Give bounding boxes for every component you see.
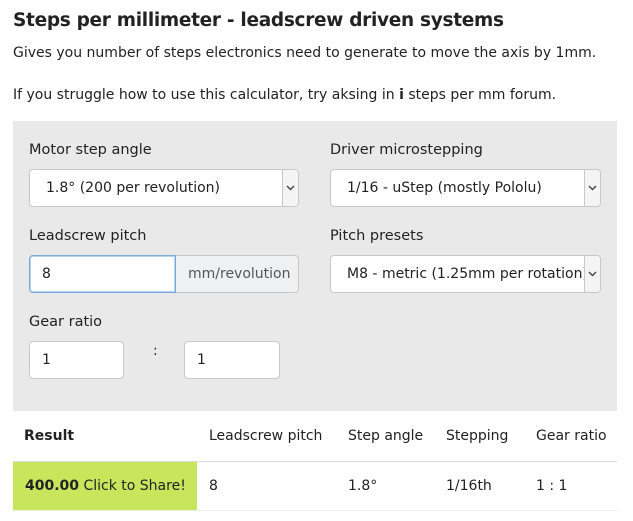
chevron-down-icon[interactable] (584, 256, 600, 292)
motor-step-angle-label: Motor step angle (29, 142, 152, 158)
pitch-presets-select[interactable]: M8 - metric (1.25mm per rotation) (330, 255, 601, 293)
header-step-angle: Step angle (336, 411, 435, 462)
gear-ratio-separator: : (153, 343, 158, 359)
help-text: If you struggle how to use this calculat… (13, 80, 620, 121)
gear-ratio-label: Gear ratio (29, 314, 103, 330)
driver-microstepping-value: 1/16 - uStep (mostly Pololu) (347, 180, 542, 196)
result-stepping: 1/16th (435, 461, 524, 511)
share-result-button[interactable]: 400.00 Click to Share! (13, 461, 197, 511)
help-prefix: If you struggle how to use this calculat… (13, 87, 400, 103)
forum-link[interactable]: steps per mm forum (408, 87, 551, 103)
pitch-presets-field: Pitch presets (330, 226, 423, 246)
results-header-row: Result Leadscrew pitch Step angle Steppi… (13, 411, 617, 462)
pitch-presets-label: Pitch presets (330, 228, 424, 244)
calculator-page: Steps per millimeter - leadscrew driven … (0, 0, 633, 521)
driver-microstepping-select[interactable]: 1/16 - uStep (mostly Pololu) (330, 169, 601, 207)
chevron-down-icon[interactable] (282, 170, 298, 206)
gear-ratio-field: Gear ratio (29, 312, 102, 332)
page-description: Gives you number of steps electronics ne… (13, 45, 597, 61)
result-leadscrew-pitch: 8 (197, 461, 336, 511)
chevron-down-icon[interactable] (584, 170, 600, 206)
motor-step-angle-select[interactable]: 1.8° (200 per revolution) (29, 169, 299, 207)
leadscrew-pitch-unit: mm/revolution (176, 255, 299, 293)
info-icon: i (399, 87, 404, 103)
result-step-angle: 1.8° (336, 461, 435, 511)
header-stepping: Stepping (435, 411, 524, 462)
pitch-presets-value: M8 - metric (1.25mm per rotation) (347, 266, 588, 282)
table-row: 400.00 Click to Share! 8 1.8° 1/16th 1 :… (13, 461, 617, 511)
result-value: 400.00 (25, 477, 80, 494)
leadscrew-pitch-label: Leadscrew pitch (29, 228, 147, 244)
gear-ratio-right-input[interactable]: 1 (184, 341, 280, 379)
motor-step-angle-field: Motor step angle (29, 140, 152, 160)
motor-step-angle-value: 1.8° (200 per revolution) (46, 180, 221, 196)
result-gear-ratio: 1 : 1 (524, 461, 617, 511)
leadscrew-pitch-field: Leadscrew pitch (29, 226, 146, 246)
leadscrew-pitch-input[interactable]: 8 (29, 255, 176, 293)
results-table: Result Leadscrew pitch Step angle Steppi… (13, 411, 617, 511)
header-leadscrew-pitch: Leadscrew pitch (197, 411, 336, 462)
calculator-form: Motor step angle 1.8° (200 per revolutio… (13, 121, 617, 411)
driver-microstepping-field: Driver microstepping (330, 140, 483, 160)
header-gear-ratio: Gear ratio (524, 411, 617, 462)
gear-ratio-left-input[interactable]: 1 (29, 341, 124, 379)
page-title: Steps per millimeter - leadscrew driven … (13, 10, 504, 31)
driver-microstepping-label: Driver microstepping (330, 142, 483, 158)
help-suffix: . (551, 87, 557, 103)
header-result: Result (13, 411, 197, 462)
share-label: Click to Share! (79, 477, 186, 494)
